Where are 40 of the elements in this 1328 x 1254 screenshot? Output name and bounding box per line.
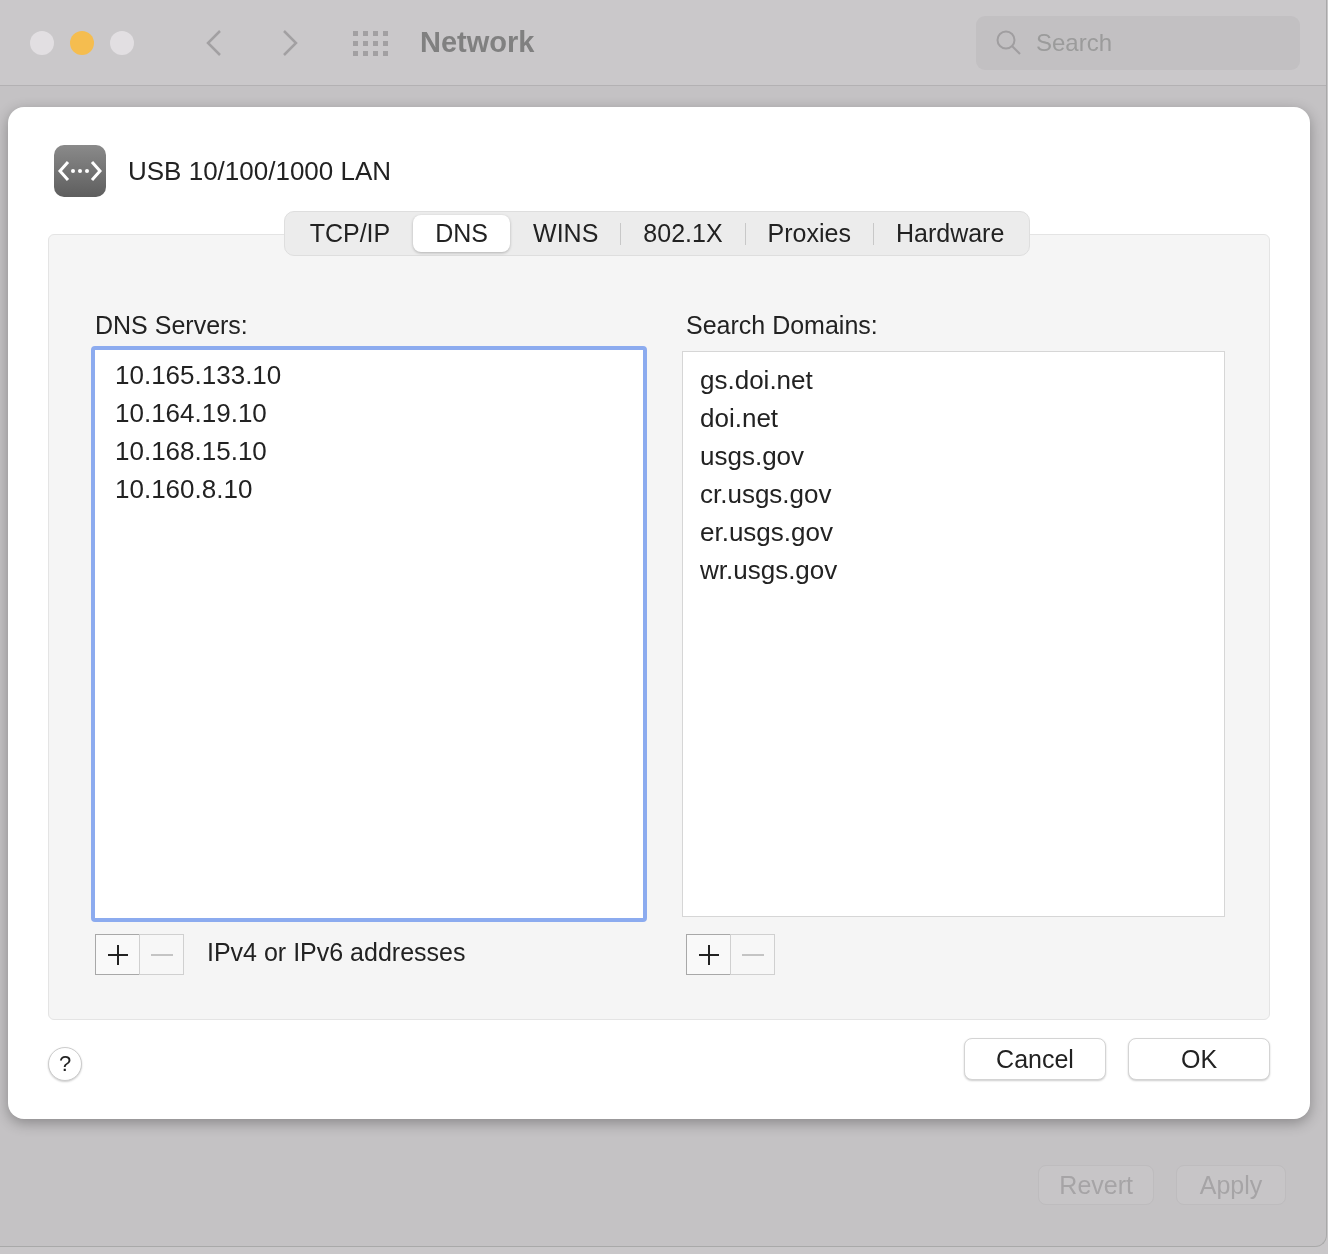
dialog-button[interactable]: Cancel: [964, 1038, 1106, 1080]
list-label: DNS Servers:: [95, 311, 249, 340]
list-label: Search Domains:: [686, 311, 879, 340]
list-item[interactable]: 10.164.19.10: [115, 394, 623, 432]
list-item[interactable]: gs.doi.net: [700, 361, 1207, 399]
minimize-window-icon[interactable]: [70, 30, 94, 55]
list-item[interactable]: er.usgs.gov: [700, 513, 1207, 551]
list-box[interactable]: gs.doi.net doi.net usgs.gov cr.usgs.gov er.usgs.gov wr.usgs.gov: [682, 351, 1225, 917]
window-title: Network: [420, 26, 535, 59]
zoom-window-icon[interactable]: [110, 30, 134, 55]
add-button[interactable]: [95, 934, 140, 975]
help-button[interactable]: ?: [48, 1047, 82, 1081]
interface-name: USB 10/100/1000 LAN: [128, 155, 392, 187]
list-item[interactable]: 10.165.133.10: [115, 356, 623, 394]
minus-icon: [741, 953, 764, 956]
tab[interactable]: DNS: [413, 215, 511, 252]
search-icon: [996, 29, 1022, 56]
back-icon[interactable]: [206, 28, 222, 57]
forward-icon[interactable]: [282, 28, 298, 57]
tab[interactable]: Hardware: [873, 215, 1027, 252]
list-item[interactable]: cr.usgs.gov: [700, 475, 1207, 513]
dialog-button[interactable]: OK: [1128, 1038, 1270, 1080]
list-item[interactable]: usgs.gov: [700, 437, 1207, 475]
tab[interactable]: 802.1X: [621, 215, 745, 252]
tab[interactable]: WINS: [511, 215, 621, 252]
hint-text: IPv4 or IPv6 addresses: [207, 938, 466, 967]
plus-icon: [697, 943, 720, 966]
close-window-icon[interactable]: [30, 30, 54, 55]
list-item[interactable]: 10.168.15.10: [115, 432, 623, 470]
grid-icon[interactable]: [352, 29, 390, 56]
list-box[interactable]: 10.165.133.10 10.164.19.10 10.168.15.10 10.160.8.10: [91, 346, 647, 922]
minus-icon: [150, 953, 173, 956]
add-button[interactable]: [686, 934, 731, 975]
list-item[interactable]: 10.160.8.10: [115, 470, 623, 508]
list-item[interactable]: doi.net: [700, 399, 1207, 437]
plus-icon: [106, 943, 129, 966]
tab[interactable]: Proxies: [745, 215, 873, 252]
list-item[interactable]: wr.usgs.gov: [700, 551, 1207, 589]
tab[interactable]: TCP/IP: [287, 215, 413, 252]
network-interface-icon: [54, 145, 106, 197]
